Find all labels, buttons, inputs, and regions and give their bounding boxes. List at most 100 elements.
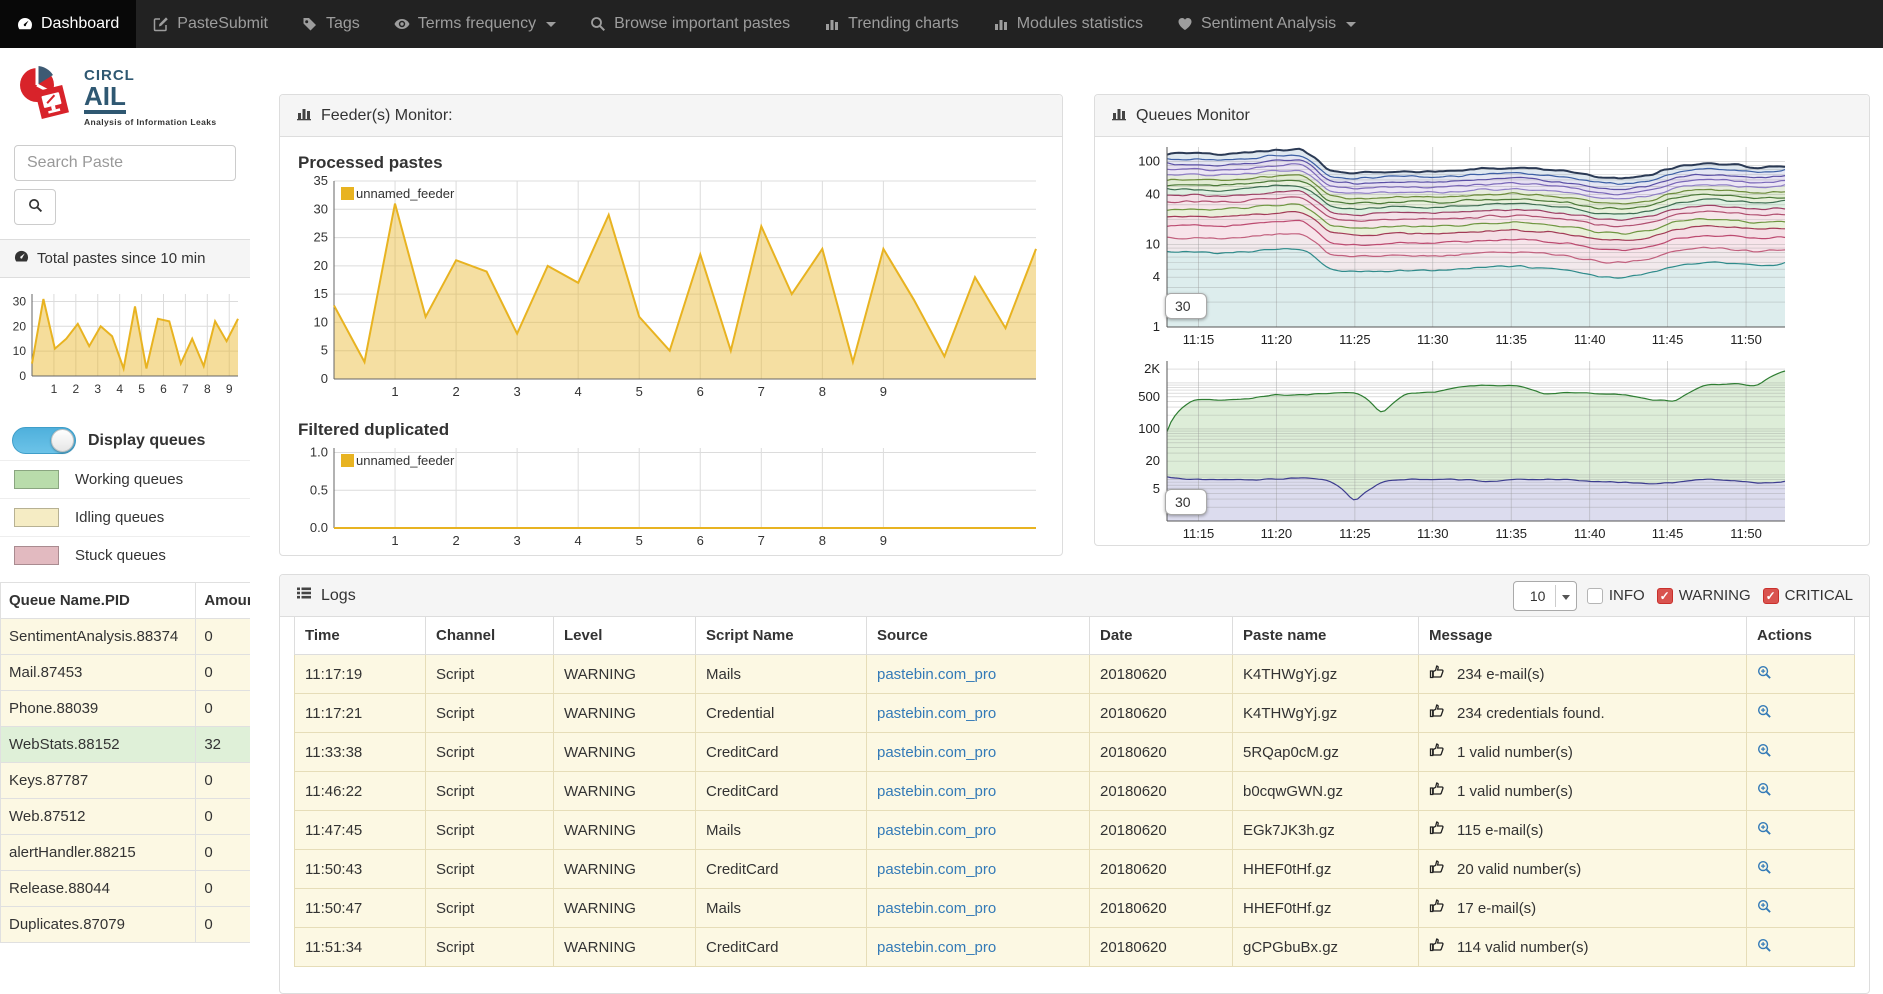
chevron-down-icon	[1346, 22, 1356, 27]
svg-text:35: 35	[314, 175, 328, 188]
queue-name-cell: Release.88044	[1, 871, 196, 907]
show-paste-button[interactable]	[1757, 706, 1772, 723]
cell-message: 17 e-mail(s)	[1419, 889, 1747, 928]
queue-amount-cell: 0	[196, 907, 250, 943]
bar-chart-icon	[296, 105, 312, 126]
cell-actions	[1747, 811, 1855, 850]
queue-amount-cell: 0	[196, 619, 250, 655]
show-paste-button[interactable]	[1757, 940, 1772, 957]
nav-item-pastesubmit[interactable]: PasteSubmit	[136, 0, 285, 48]
queues-bottom-chart: 2K50010020511:1511:2011:2511:3011:3511:4…	[1103, 355, 1865, 547]
svg-text:7: 7	[758, 384, 765, 399]
source-link[interactable]: pastebin.com_pro	[877, 666, 996, 683]
log-row: 11:33:38 Script WARNING CreditCard paste…	[295, 733, 1855, 772]
svg-text:4: 4	[575, 533, 582, 548]
cell-script-name: CreditCard	[696, 772, 867, 811]
cell-date: 20180620	[1090, 772, 1233, 811]
ail-logo-icon	[14, 62, 76, 131]
source-link[interactable]: pastebin.com_pro	[877, 705, 996, 722]
total-pastes-panel: Total pastes since 10 min 01020301234567…	[0, 239, 250, 413]
mini-pastes-chart: 0102030123456789	[2, 286, 246, 402]
roll-period-input-bottom[interactable]: 30	[1165, 489, 1207, 515]
roll-period-input-top[interactable]: 30	[1165, 293, 1207, 319]
cell-script-name: CreditCard	[696, 733, 867, 772]
thumbs-up-icon	[1429, 937, 1445, 957]
search-button[interactable]	[14, 189, 56, 225]
cell-channel: Script	[426, 694, 554, 733]
queue-row: alertHandler.88215 0	[1, 835, 251, 871]
svg-text:8: 8	[819, 384, 826, 399]
cell-channel: Script	[426, 889, 554, 928]
queue-amount-cell: 32	[196, 727, 250, 763]
nav-item-tags[interactable]: Tags	[285, 0, 377, 48]
cell-level: WARNING	[554, 694, 696, 733]
queue-name-cell: Web.87512	[1, 799, 196, 835]
svg-text:4: 4	[1153, 269, 1160, 284]
cell-actions	[1747, 928, 1855, 967]
ail-logo: CIRCL AIL Analysis of Information Leaks	[14, 62, 250, 131]
thumbs-up-icon	[1429, 703, 1445, 723]
svg-text:11:25: 11:25	[1339, 526, 1371, 541]
thumbs-up-icon	[1429, 781, 1445, 801]
cell-time: 11:50:47	[295, 889, 426, 928]
filter-warning[interactable]: WARNING	[1657, 587, 1751, 604]
svg-text:2: 2	[452, 533, 459, 548]
chevron-down-icon	[546, 22, 556, 27]
nav-item-browse-important-pastes[interactable]: Browse important pastes	[573, 0, 807, 48]
source-link[interactable]: pastebin.com_pro	[877, 939, 996, 956]
page-size-select[interactable]: 10	[1513, 581, 1577, 611]
svg-text:3: 3	[94, 382, 101, 396]
source-link[interactable]: pastebin.com_pro	[877, 861, 996, 878]
processed-pastes-chart: 05101520253035123456789unnamed_feeder	[298, 175, 1046, 405]
nav-item-sentiment-analysis[interactable]: Sentiment Analysis	[1160, 0, 1373, 48]
thumbs-up-icon	[1429, 859, 1445, 879]
search-input[interactable]	[14, 145, 236, 181]
filtered-duplicated-title: Filtered duplicated	[298, 420, 1044, 440]
cell-time: 11:17:19	[295, 655, 426, 694]
logs-title: Logs	[321, 587, 356, 605]
col-paste-name: Paste name	[1233, 617, 1419, 655]
display-queues-toggle[interactable]	[12, 427, 76, 454]
nav-item-trending-charts[interactable]: Trending charts	[807, 0, 976, 48]
log-row: 11:50:47 Script WARNING Mails pastebin.c…	[295, 889, 1855, 928]
source-link[interactable]: pastebin.com_pro	[877, 744, 996, 761]
show-paste-button[interactable]	[1757, 667, 1772, 684]
show-paste-button[interactable]	[1757, 901, 1772, 918]
cell-time: 11:47:45	[295, 811, 426, 850]
queue-amount-cell: 0	[196, 871, 250, 907]
svg-text:5: 5	[636, 384, 643, 399]
cell-message: 234 e-mail(s)	[1419, 655, 1747, 694]
show-paste-button[interactable]	[1757, 784, 1772, 801]
source-link[interactable]: pastebin.com_pro	[877, 900, 996, 917]
source-link[interactable]: pastebin.com_pro	[877, 783, 996, 800]
queue-name-cell: Phone.88039	[1, 691, 196, 727]
filter-critical[interactable]: CRITICAL	[1763, 587, 1853, 604]
show-paste-button[interactable]	[1757, 862, 1772, 879]
paste-submit-icon	[153, 16, 169, 32]
nav-item-terms-frequency[interactable]: Terms frequency	[377, 0, 573, 48]
filter-warning-checkbox[interactable]	[1657, 588, 1673, 604]
svg-text:7: 7	[182, 382, 189, 396]
svg-text:0.0: 0.0	[310, 520, 328, 535]
show-paste-button[interactable]	[1757, 823, 1772, 840]
logs-table: Time Channel Level Script Name Source Da…	[294, 617, 1855, 967]
navbar: Dashboard PasteSubmit Tags Terms frequen…	[0, 0, 1883, 48]
cell-date: 20180620	[1090, 733, 1233, 772]
source-link[interactable]: pastebin.com_pro	[877, 822, 996, 839]
cell-date: 20180620	[1090, 811, 1233, 850]
nav-item-modules-statistics[interactable]: Modules statistics	[976, 0, 1160, 48]
svg-text:8: 8	[204, 382, 211, 396]
cell-source: pastebin.com_pro	[867, 694, 1090, 733]
svg-text:4: 4	[575, 384, 582, 399]
log-row: 11:47:45 Script WARNING Mails pastebin.c…	[295, 811, 1855, 850]
filter-critical-checkbox[interactable]	[1763, 588, 1779, 604]
filter-info-checkbox[interactable]	[1587, 588, 1603, 604]
queue-name-cell: SentimentAnalysis.88374	[1, 619, 196, 655]
cell-actions	[1747, 655, 1855, 694]
filter-info[interactable]: INFO	[1587, 587, 1645, 604]
cell-date: 20180620	[1090, 928, 1233, 967]
nav-item-dashboard[interactable]: Dashboard	[0, 0, 136, 48]
cell-actions	[1747, 850, 1855, 889]
show-paste-button[interactable]	[1757, 745, 1772, 762]
svg-text:2: 2	[452, 384, 459, 399]
